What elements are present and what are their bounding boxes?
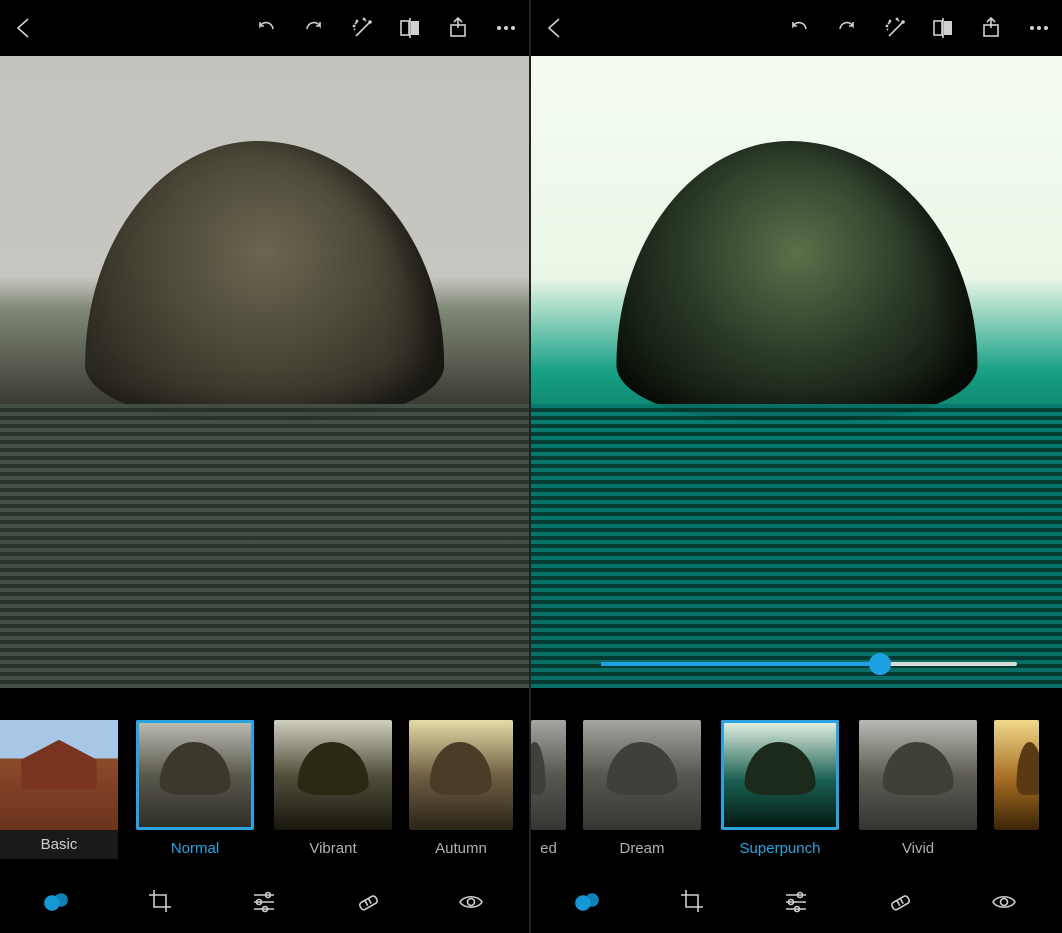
filter-label: Vibrant: [309, 840, 356, 857]
filter-strip[interactable]: ed Dream Superpunch Vivid: [531, 716, 1062, 871]
editor-panel-left: Basic Normal Vibrant Autumn: [0, 0, 531, 933]
tool-adjust[interactable]: [240, 878, 288, 926]
back-icon[interactable]: [10, 15, 36, 41]
tool-redeye[interactable]: [980, 878, 1028, 926]
canvas-area[interactable]: [0, 56, 529, 716]
filter-partial-right[interactable]: [994, 720, 1039, 840]
tool-looks[interactable]: [34, 878, 82, 926]
filter-label: Autumn: [435, 840, 487, 857]
redo-icon[interactable]: [301, 15, 327, 41]
filter-label: Vivid: [902, 840, 934, 857]
redo-icon[interactable]: [834, 15, 860, 41]
filter-strip[interactable]: Basic Normal Vibrant Autumn: [0, 716, 529, 871]
photo-preview: [531, 56, 1062, 688]
filter-superpunch[interactable]: Superpunch: [718, 720, 842, 857]
undo-icon[interactable]: [253, 15, 279, 41]
filter-partial-left[interactable]: ed: [531, 720, 566, 857]
filter-autumn[interactable]: Autumn: [409, 720, 513, 857]
tool-redeye[interactable]: [447, 878, 495, 926]
tool-looks[interactable]: [565, 878, 613, 926]
tool-crop[interactable]: [137, 878, 185, 926]
filter-dream[interactable]: Dream: [580, 720, 704, 857]
intensity-slider[interactable]: [601, 662, 1017, 666]
top-toolbar: [0, 0, 529, 56]
more-icon[interactable]: [1026, 15, 1052, 41]
filter-label: ed: [540, 840, 557, 857]
compare-icon[interactable]: [397, 15, 423, 41]
auto-enhance-icon[interactable]: [882, 15, 908, 41]
slider-knob[interactable]: [869, 653, 891, 675]
share-icon[interactable]: [445, 15, 471, 41]
filter-category[interactable]: Basic: [0, 720, 118, 859]
tool-adjust[interactable]: [772, 878, 820, 926]
tool-heal[interactable]: [344, 878, 392, 926]
auto-enhance-icon[interactable]: [349, 15, 375, 41]
filter-vibrant[interactable]: Vibrant: [271, 720, 395, 857]
tool-crop[interactable]: [669, 878, 717, 926]
filter-vivid[interactable]: Vivid: [856, 720, 980, 857]
filter-label: Superpunch: [740, 840, 821, 857]
tool-dock: [531, 871, 1062, 933]
share-icon[interactable]: [978, 15, 1004, 41]
category-label: Basic: [0, 830, 118, 859]
tool-heal[interactable]: [876, 878, 924, 926]
undo-icon[interactable]: [786, 15, 812, 41]
photo-preview: [0, 56, 529, 688]
top-toolbar: [531, 0, 1062, 56]
filter-label: Normal: [171, 840, 219, 857]
more-icon[interactable]: [493, 15, 519, 41]
compare-icon[interactable]: [930, 15, 956, 41]
tool-dock: [0, 871, 529, 933]
canvas-area[interactable]: [531, 56, 1062, 716]
category-thumb: [0, 720, 118, 830]
editor-panel-right: ed Dream Superpunch Vivid: [531, 0, 1062, 933]
filter-label: Dream: [619, 840, 664, 857]
back-icon[interactable]: [541, 15, 567, 41]
filter-normal[interactable]: Normal: [133, 720, 257, 857]
